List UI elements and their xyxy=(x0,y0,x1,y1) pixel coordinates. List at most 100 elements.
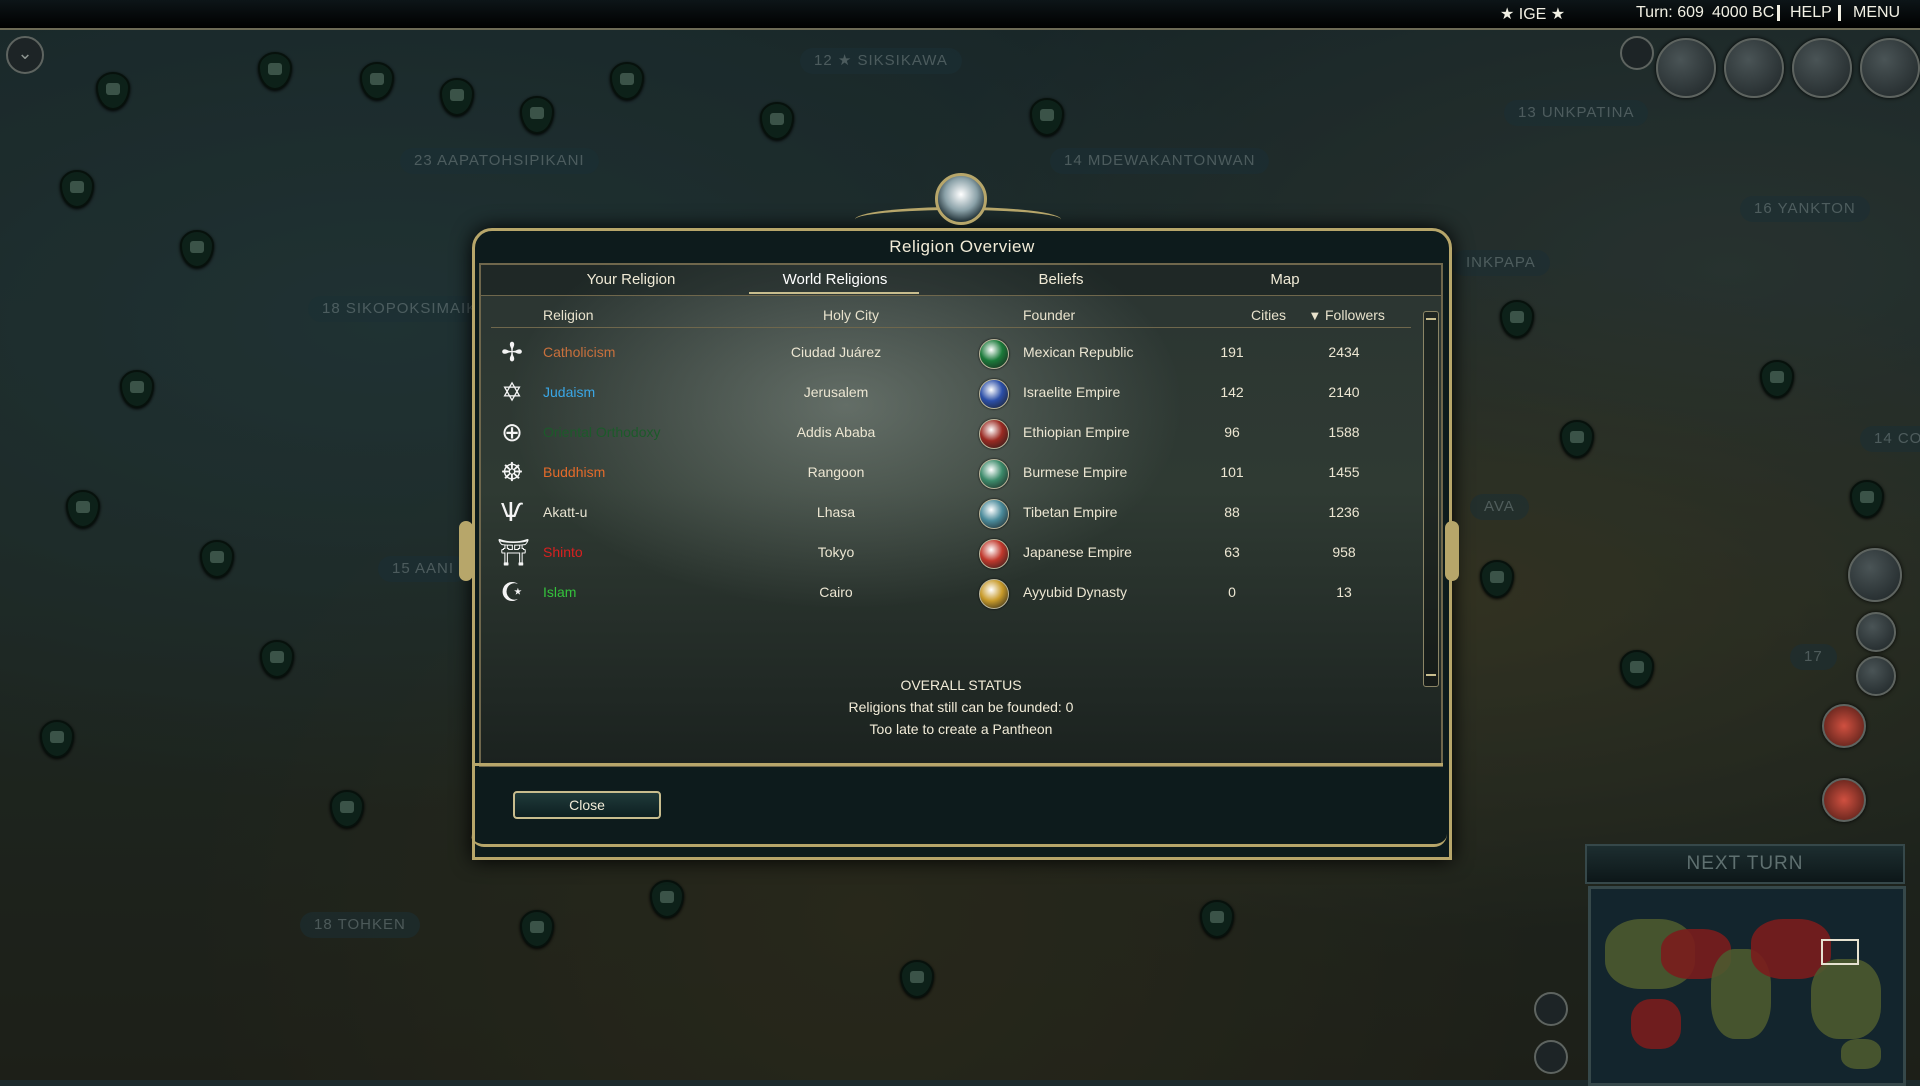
dialog-content: Your Religion World Religions Beliefs Ma… xyxy=(479,263,1443,767)
follower-count: 1588 xyxy=(1328,424,1360,440)
founder-civ: Mexican Republic xyxy=(1023,344,1134,360)
religion-name[interactable]: Akatt-u xyxy=(543,504,587,520)
divider xyxy=(475,763,1443,766)
map-options-icon[interactable] xyxy=(1534,992,1568,1026)
minimap[interactable] xyxy=(1588,886,1906,1086)
tab-map[interactable]: Map xyxy=(1175,271,1395,288)
unit-action-icon[interactable] xyxy=(1856,612,1896,652)
minimap-land xyxy=(1811,959,1881,1039)
civ-emblem-icon xyxy=(979,339,1009,369)
scrollbar[interactable] xyxy=(1423,311,1439,687)
founder-civ: Tibetan Empire xyxy=(1023,504,1118,520)
scroll-cap xyxy=(1426,674,1436,676)
civ-emblem-icon xyxy=(979,459,1009,489)
holy-city: Addis Ababa xyxy=(796,424,876,440)
scroll-cap xyxy=(1426,318,1436,320)
religion-name[interactable]: Buddhism xyxy=(543,464,605,480)
civ-emblem-icon xyxy=(979,419,1009,449)
table-row[interactable]: Ѱ Akatt-u Lhasa Tibetan Empire 88 1236 xyxy=(491,493,1411,533)
dialog-ornament xyxy=(1445,521,1459,581)
next-turn-button[interactable]: NEXT TURN xyxy=(1585,844,1905,884)
follower-count: 2140 xyxy=(1328,384,1360,400)
akatt-u-icon: Ѱ xyxy=(500,498,524,528)
founder-civ: Japanese Empire xyxy=(1023,544,1132,560)
unit-action-icon[interactable] xyxy=(1856,656,1896,696)
strategic-view-icon[interactable] xyxy=(1534,1040,1568,1074)
star-of-david-icon: ✡ xyxy=(501,378,523,408)
follower-count: 958 xyxy=(1332,544,1356,560)
chevron-down-icon[interactable]: ⌄ xyxy=(6,36,44,74)
city-count: 96 xyxy=(1224,424,1240,440)
column-header-founder[interactable]: Founder xyxy=(1023,307,1075,323)
unit-portrait-icon[interactable] xyxy=(1848,548,1902,602)
tab-bar: Your Religion World Religions Beliefs Ma… xyxy=(481,265,1441,296)
religion-status-icon[interactable] xyxy=(1822,778,1866,822)
religion-status-icon[interactable] xyxy=(1822,704,1866,748)
follower-count: 1455 xyxy=(1328,464,1360,480)
tab-world-religions[interactable]: World Religions xyxy=(725,271,945,288)
close-button[interactable]: Close xyxy=(513,791,661,819)
civilopedia-icon[interactable] xyxy=(1860,38,1920,98)
holy-city: Lhasa xyxy=(816,504,856,520)
christian-cross-icon: ✢ xyxy=(501,338,523,368)
separator xyxy=(1838,5,1841,21)
holy-city: Tokyo xyxy=(817,544,855,560)
civ-emblem-icon xyxy=(979,539,1009,569)
founder-civ: Burmese Empire xyxy=(1023,464,1128,480)
holy-city: Cairo xyxy=(819,584,853,600)
dialog-title: Religion Overview xyxy=(889,237,1035,256)
dharma-wheel-icon: ☸ xyxy=(500,458,524,488)
column-header-religion[interactable]: Religion xyxy=(543,307,594,323)
divider xyxy=(491,327,1411,328)
menu-button[interactable]: MENU xyxy=(1853,4,1900,22)
minimap-viewport[interactable] xyxy=(1821,939,1859,965)
religion-name[interactable]: Oriental Orthodoxy xyxy=(543,424,661,440)
city-count: 63 xyxy=(1224,544,1240,560)
city-count: 88 xyxy=(1224,504,1240,520)
minimap-land xyxy=(1631,999,1681,1049)
ige-button[interactable]: ★ IGE ★ xyxy=(1500,4,1565,24)
civ-emblem-icon xyxy=(979,499,1009,529)
holy-city: Ciudad Juárez xyxy=(790,344,882,360)
follower-count: 1236 xyxy=(1328,504,1360,520)
religion-name[interactable]: Catholicism xyxy=(543,344,615,360)
diplomacy-icon[interactable] xyxy=(1724,38,1784,98)
advisor-icon[interactable] xyxy=(1656,38,1716,98)
table-row[interactable]: ⛩ Shinto Tokyo Japanese Empire 63 958 xyxy=(491,533,1411,573)
top-bar: ★ IGE ★ Turn: 609 4000 BC HELP MENU xyxy=(0,0,1920,30)
holy-city: Rangoon xyxy=(807,464,865,480)
table-row[interactable]: ✡ Judaism Jerusalem Israelite Empire 142 2140 xyxy=(491,373,1411,413)
help-button[interactable]: HELP xyxy=(1790,4,1832,22)
torii-gate-icon: ⛩ xyxy=(497,538,531,568)
orthodox-cross-icon: ⊕ xyxy=(501,418,523,448)
scroll-icon[interactable] xyxy=(1620,36,1654,70)
table-row[interactable]: ☸ Buddhism Rangoon Burmese Empire 101 1455 xyxy=(491,453,1411,493)
religion-overview-dialog: Religion Overview Your Religion World Re… xyxy=(459,173,1459,860)
military-icon[interactable] xyxy=(1792,38,1852,98)
follower-count: 2434 xyxy=(1328,344,1360,360)
column-header-followers[interactable]: Followers xyxy=(1325,307,1385,323)
tab-your-religion[interactable]: Your Religion xyxy=(521,271,741,288)
table-row[interactable]: ✢ Catholicism Ciudad Juárez Mexican Republi… xyxy=(491,333,1411,373)
tab-beliefs[interactable]: Beliefs xyxy=(951,271,1171,288)
column-header-holy-city[interactable]: Holy City xyxy=(823,307,879,323)
religion-emblem-icon xyxy=(935,173,987,225)
religion-name[interactable]: Islam xyxy=(543,584,576,600)
follower-count: 13 xyxy=(1336,584,1352,600)
overall-status-line: Too late to create a Pantheon xyxy=(869,721,1053,737)
sort-icon[interactable]: ▼ xyxy=(1311,311,1319,322)
founder-civ: Ethiopian Empire xyxy=(1023,424,1130,440)
column-header-cities[interactable]: Cities xyxy=(1251,307,1286,323)
minimap-land xyxy=(1841,1039,1881,1069)
year-display: 4000 BC xyxy=(1712,4,1775,21)
table-row[interactable]: ⊕ Oriental Orthodoxy Addis Ababa Ethiopian … xyxy=(491,413,1411,453)
turn-counter: Turn: 609 xyxy=(1636,4,1704,21)
separator xyxy=(1777,5,1780,21)
overall-status-line: Religions that still can be founded: 0 xyxy=(848,699,1074,715)
table-row[interactable]: ☪ Islam Cairo Ayyubid Dynasty 0 13 xyxy=(491,573,1411,613)
religion-name[interactable]: Shinto xyxy=(543,544,583,560)
city-count: 191 xyxy=(1220,344,1244,360)
religion-name[interactable]: Judaism xyxy=(543,384,595,400)
civ-emblem-icon xyxy=(979,579,1009,609)
city-count: 142 xyxy=(1220,384,1244,400)
